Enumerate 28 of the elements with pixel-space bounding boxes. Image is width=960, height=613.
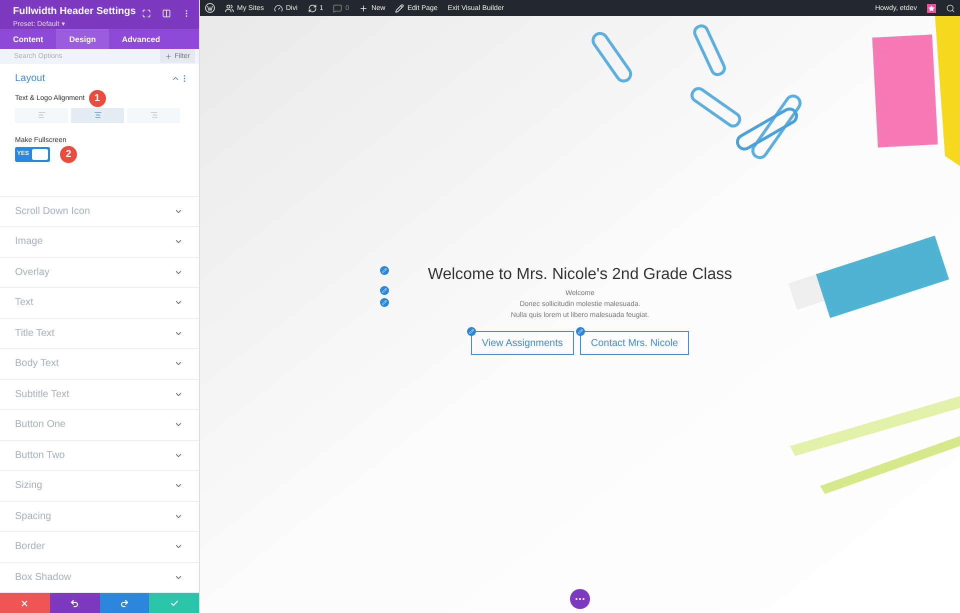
plus-icon xyxy=(165,52,172,60)
panel-tab[interactable]: Design xyxy=(56,29,109,50)
expand-icon[interactable] xyxy=(142,9,151,18)
columns-icon[interactable] xyxy=(162,9,171,18)
panel-tab[interactable]: Advanced xyxy=(108,29,174,50)
panel-title: Fullwidth Header Settings xyxy=(13,6,136,17)
align-center-icon xyxy=(94,111,102,119)
step-badge: 1 xyxy=(88,90,106,106)
avatar-icon[interactable] xyxy=(927,4,936,12)
sites-icon xyxy=(225,4,234,12)
close-icon xyxy=(20,598,30,608)
hero-title: Welcome to Mrs. Nicole's 2nd Grade Class xyxy=(428,266,732,284)
align-left-icon xyxy=(38,111,46,119)
comment-icon xyxy=(333,4,342,12)
undo-button[interactable] xyxy=(50,593,100,613)
refresh-icon xyxy=(308,4,317,12)
search-icon[interactable] xyxy=(946,4,955,12)
panel-tab[interactable]: Content xyxy=(0,29,56,50)
undo-icon xyxy=(70,598,80,608)
redo-icon xyxy=(120,598,129,608)
align-right-icon xyxy=(150,111,158,119)
pencil-icon xyxy=(395,4,404,12)
wordpress-logo-icon[interactable] xyxy=(205,3,215,13)
plus-icon xyxy=(359,4,368,12)
check-icon xyxy=(170,598,179,608)
gauge-icon xyxy=(274,4,283,12)
step-badge: 2 xyxy=(60,146,77,162)
section-title[interactable]: Layout xyxy=(15,72,46,84)
